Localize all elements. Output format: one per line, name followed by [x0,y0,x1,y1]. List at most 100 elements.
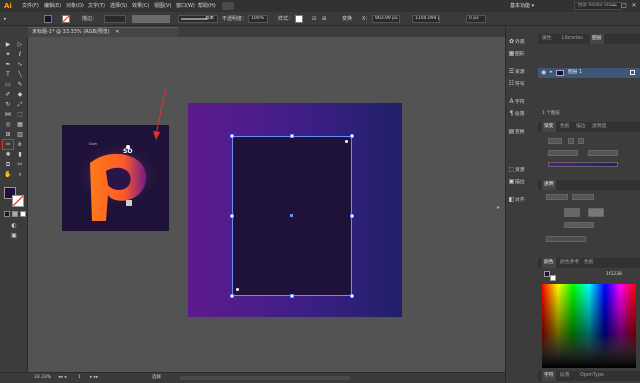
variable-width-profile[interactable] [132,15,170,23]
handle-bottom-middle[interactable] [290,294,294,298]
handle-middle-left[interactable] [230,214,234,218]
stroke-swatch[interactable] [62,15,70,23]
mask-make-button[interactable] [588,208,604,217]
dock-assets[interactable]: ☰资源 [508,66,539,78]
stroke-color-box[interactable] [12,195,24,207]
prev-artboard-icon[interactable]: ◂◂ ◂ [58,373,66,383]
eyedropper-icon[interactable]: ✑ [2,139,14,150]
tab-paragraph[interactable]: 段落 [560,371,570,381]
tab-transparency[interactable]: 透明度 [592,122,606,132]
slice-icon[interactable]: ✂ [15,160,25,169]
opacity-dropdown[interactable] [572,194,594,200]
visibility-eye-icon[interactable]: ◉ [541,69,546,76]
scale-icon[interactable]: ⤢ [15,100,25,109]
tab-color-swatches[interactable]: 色板 [584,258,594,268]
tab-color[interactable]: 颜色 [542,258,556,268]
next-artboard-icon[interactable]: ▸ ▸▸ [90,373,98,383]
perspective-icon[interactable]: ▦ [15,120,25,129]
handle-top-middle[interactable] [290,134,294,138]
layer-row[interactable]: ◉ ▸ 图层 1 [538,68,640,78]
selection-tool-icon[interactable]: ▶ [3,40,13,49]
screen-mode-icon[interactable]: ▣ [9,231,19,240]
shape-icon[interactable]: ⊞ [322,12,326,26]
tab-character[interactable]: 字符 [542,371,556,381]
tab-swatches[interactable]: 色板 [560,122,570,132]
minimize-button[interactable]: — [610,1,618,11]
blend-icon[interactable]: ⋔ [15,140,25,149]
handle-bottom-right[interactable] [350,294,354,298]
gradient-angle-field[interactable] [548,150,578,156]
menu-view[interactable]: 视图(V) [154,0,171,12]
gradient-slider[interactable] [548,162,618,167]
menu-type[interactable]: 文字(T) [88,0,105,12]
lasso-icon[interactable]: ℓ [15,50,25,59]
hand-tool-icon[interactable]: ✋ [3,170,13,179]
fill-swatch[interactable] [44,15,52,23]
handle-middle-right[interactable] [350,214,354,218]
menu-file[interactable]: 文件(F) [22,0,39,12]
horizontal-scrollbar[interactable] [180,376,350,380]
menu-edit[interactable]: 编辑(E) [44,0,61,12]
tab-gradient[interactable]: 渐变 [542,122,556,132]
pen-tool-icon[interactable]: ✒ [3,60,13,69]
gradient-type-linear-icon[interactable] [568,138,574,144]
line-tool-icon[interactable]: ╲ [15,70,25,79]
color-spectrum-picker[interactable] [542,284,636,368]
menu-effect[interactable]: 效果(C) [132,0,149,12]
canvas-scroll-icon[interactable]: ▸ [497,205,503,211]
menu-object[interactable]: 对象(O) [66,0,84,12]
tab-libraries[interactable]: Libraries [562,34,583,44]
shaper-icon[interactable]: ✐ [3,90,13,99]
y-field[interactable]: 1104.094 px [412,15,440,23]
close-tab-icon[interactable]: ✕ [115,29,119,35]
maximize-button[interactable]: □ [620,1,628,11]
workspace-switcher[interactable]: 基本功能 ▾ [510,2,570,10]
shape-builder-icon[interactable]: ◎ [3,120,13,129]
invert-mask-row[interactable] [546,236,586,242]
artboard-tool-icon[interactable]: ⧉ [3,160,13,169]
eraser-icon[interactable]: ◆ [15,90,25,99]
w-field[interactable]: 0 px [466,15,486,23]
menu-select[interactable]: 选择(S) [110,0,127,12]
align-icon[interactable]: ⊟ [312,12,316,26]
zoom-tool-icon[interactable]: ⌕ [15,170,25,179]
opacity-field[interactable]: 100% [248,15,268,23]
direct-selection-tool-icon[interactable]: ▷ [15,40,25,49]
zoom-level[interactable]: 33.33% [34,373,51,383]
transform-label[interactable]: 变换 [342,12,352,26]
dock-align[interactable]: ◧对齐 [508,194,539,206]
handle-bottom-left[interactable] [230,294,234,298]
dock-graphic-styles[interactable]: ▦图形 [508,48,539,60]
rectangle-tool-icon[interactable]: ▭ [3,80,13,89]
type-tool-icon[interactable]: T [3,70,13,79]
width-tool-icon[interactable]: ⋈ [3,110,13,119]
opacity-mask-thumbnail[interactable] [564,208,580,217]
color-mode-icon[interactable] [4,211,10,217]
corner-widget[interactable] [236,288,239,291]
tab-layers[interactable]: 图层 [590,34,604,44]
x-field[interactable]: 903.99 px [372,15,400,23]
layer-target-icon[interactable] [630,70,635,75]
paintbrush-icon[interactable]: ✎ [15,80,25,89]
dock-stroke[interactable]: ▣描边 [508,176,539,188]
gradient-mode-icon[interactable] [12,211,18,217]
gradient-type-radial-icon[interactable] [578,138,584,144]
gradient-tool-icon[interactable]: ▥ [15,130,25,139]
gradient-aspect-field[interactable] [588,150,618,156]
tab-properties[interactable]: 属性 [542,34,552,44]
dock-paragraph[interactable]: ¶ 段落 [508,108,539,120]
dock-character[interactable]: A字符 [508,96,539,108]
document-tab[interactable]: 未标题-1* @ 33.33% (RGB/预览) ✕ [28,27,178,37]
free-transform-icon[interactable]: ⬚ [15,110,25,119]
brush-definition-dropdown[interactable]: 基本 [178,15,218,23]
clip-checkbox-row[interactable] [564,222,594,228]
gradient-preview[interactable] [548,138,562,144]
tab-stroke[interactable]: 描边 [576,122,586,132]
hex-value[interactable]: 1f1238 [606,272,622,277]
rotate-icon[interactable]: ↻ [3,100,13,109]
menu-help[interactable]: 帮助(H) [198,0,216,12]
none-mode-icon[interactable] [20,211,26,217]
dock-symbols[interactable]: ☷符号 [508,78,539,90]
style-swatch[interactable] [295,15,303,23]
expand-arrow-icon[interactable]: ▸ [550,69,553,75]
